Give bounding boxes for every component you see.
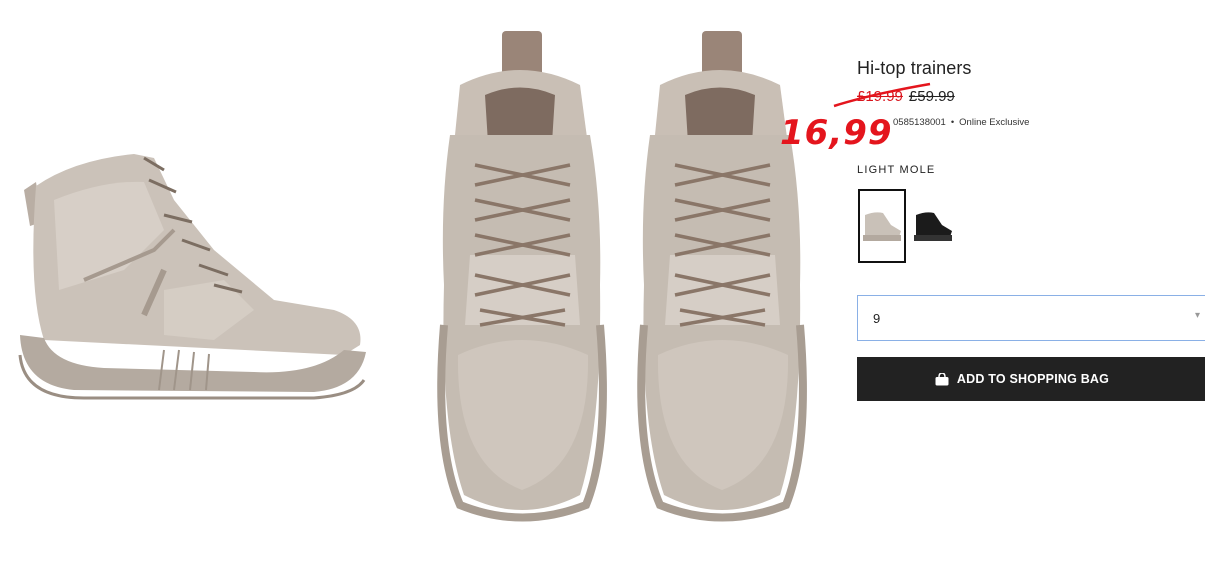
- red-strike-annotation: [833, 82, 931, 108]
- add-to-bag-button[interactable]: ADD TO SHOPPING BAG: [857, 357, 1205, 401]
- swatch-light-mole-thumb: [863, 212, 901, 241]
- swatch-black[interactable]: [909, 189, 957, 263]
- color-name-label: LIGHT MOLE: [857, 164, 936, 176]
- online-exclusive-tag: Online Exclusive: [959, 117, 1030, 128]
- chevron-down-icon: ▾: [1194, 310, 1200, 321]
- size-select[interactable]: 9 ▾: [857, 295, 1205, 341]
- handwritten-price-annotation: 16,99: [780, 113, 893, 153]
- shopping-bag-icon: [935, 372, 949, 385]
- article-info: 0585138001 • Online Exclusive: [893, 117, 1030, 128]
- swatch-black-thumb: [914, 212, 952, 241]
- product-image-side[interactable]: [14, 140, 374, 410]
- article-number: 0585138001: [893, 117, 946, 128]
- add-to-bag-label: ADD TO SHOPPING BAG: [956, 372, 1110, 386]
- size-value: 9: [873, 310, 881, 326]
- swatch-light-mole[interactable]: [858, 189, 906, 263]
- product-image-front-pair[interactable]: [430, 25, 810, 525]
- product-title: Hi-top trainers: [857, 58, 972, 78]
